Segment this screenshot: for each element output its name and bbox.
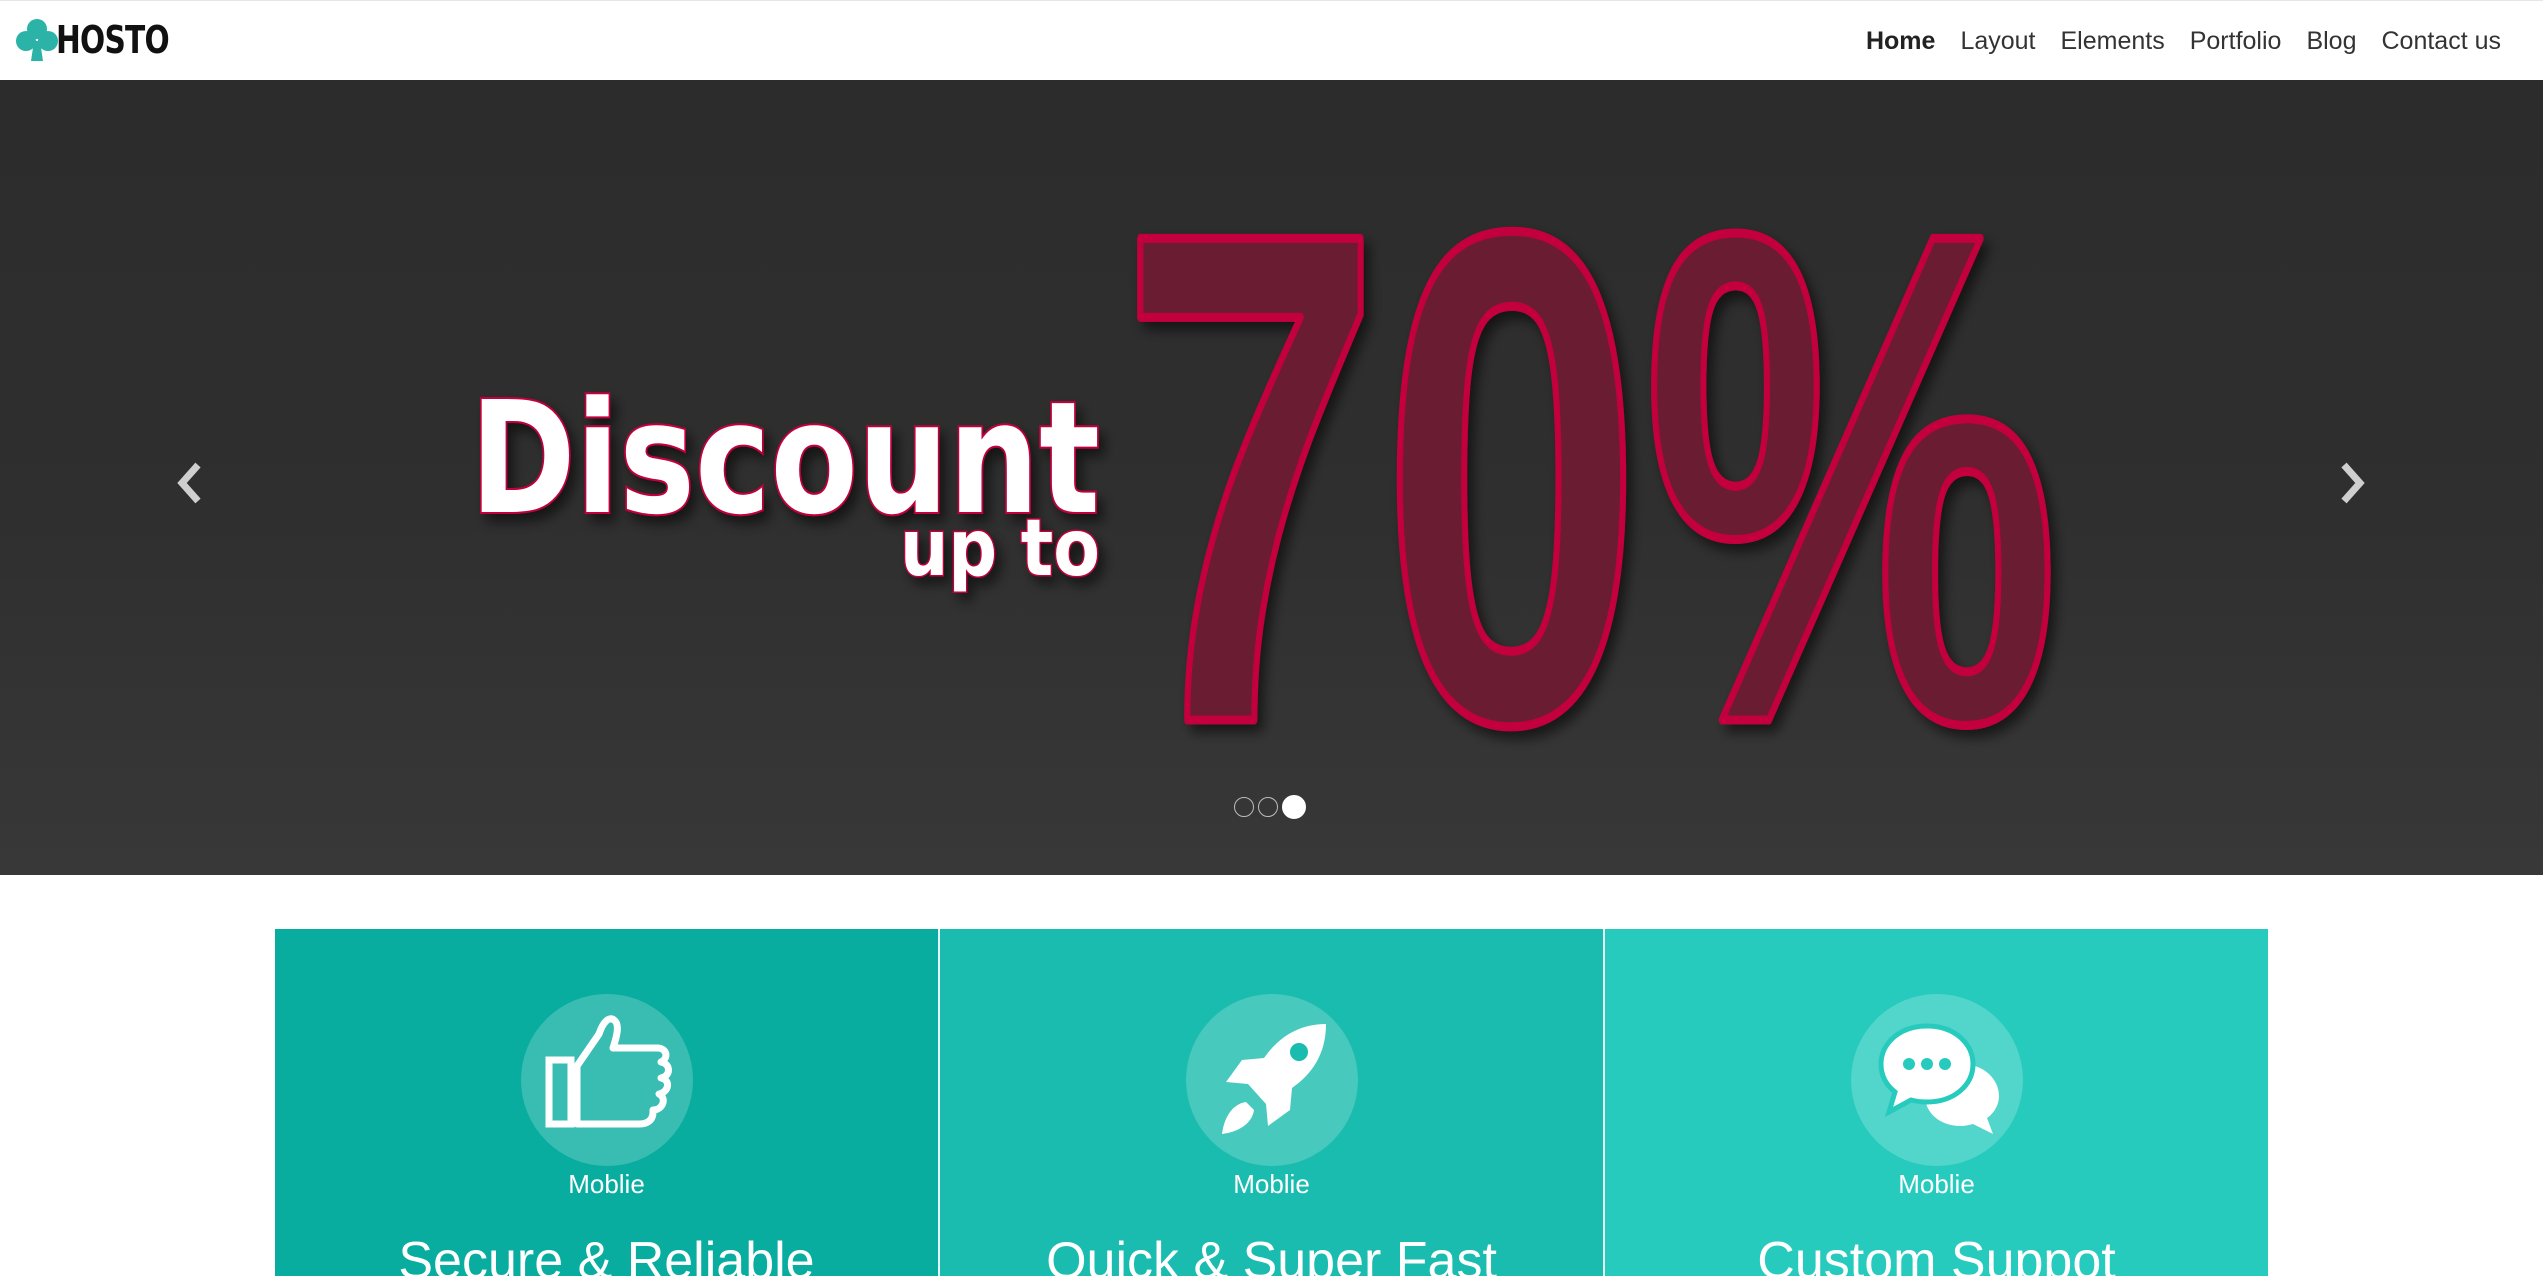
feature-title: Quick & Super Fast (1046, 1232, 1497, 1276)
carousel-indicators (1234, 795, 1306, 819)
club-icon (16, 19, 58, 61)
feature-subtitle: Moblie (1233, 1169, 1310, 1199)
feature-card-support[interactable]: Moblie Custom Suppot (1603, 929, 2268, 1276)
feature-icon-circle (1850, 994, 2023, 1166)
feature-title: Custom Suppot (1757, 1232, 2116, 1276)
rocket-icon (1221, 1024, 1326, 1134)
carousel-prev-button[interactable] (168, 455, 212, 511)
feature-icon-circle (520, 994, 693, 1166)
nav-item-blog[interactable]: Blog (2306, 27, 2356, 56)
chat-bubbles-icon (1877, 1023, 1999, 1134)
discount-value: 70% (1120, 87, 2060, 869)
slide-banner: 70% Discount up to (468, 83, 2065, 874)
feature-title: Secure & Reliable (398, 1232, 815, 1276)
feature-card-secure[interactable]: Moblie Secure & Reliable (275, 929, 938, 1276)
carousel-next-button[interactable] (2330, 455, 2374, 511)
features-section: Moblie Secure & Reliable Moblie Quick & … (275, 929, 2268, 1276)
feature-subtitle: Moblie (1898, 1169, 1975, 1199)
feature-icon-circle (1185, 994, 1358, 1166)
chevron-right-icon (2341, 462, 2365, 504)
carousel-dot-3[interactable] (1282, 795, 1306, 819)
hero-subline: up to (900, 504, 1100, 594)
brand-logo[interactable]: HOSTO (16, 17, 201, 63)
thumbs-up-icon (545, 1015, 672, 1128)
main-menu: Home Layout Elements Portfolio Blog Cont… (1841, 1, 2501, 81)
carousel-dot-1[interactable] (1234, 797, 1254, 817)
nav-item-contact-us[interactable]: Contact us (2381, 27, 2501, 56)
nav-item-layout[interactable]: Layout (1960, 27, 2035, 56)
feature-card-fast[interactable]: Moblie Quick & Super Fast (938, 929, 1603, 1276)
chevron-left-icon (177, 462, 201, 504)
nav-item-home[interactable]: Home (1866, 27, 1935, 56)
feature-subtitle: Moblie (568, 1169, 645, 1199)
brand-name: HOSTO (56, 18, 170, 62)
top-navbar: HOSTO Home Layout Elements Portfolio Blo… (0, 0, 2543, 81)
nav-item-elements[interactable]: Elements (2061, 27, 2165, 56)
carousel-dot-2[interactable] (1258, 797, 1278, 817)
hero-slider: 70% Discount up to (0, 80, 2543, 875)
nav-item-portfolio[interactable]: Portfolio (2190, 27, 2282, 56)
